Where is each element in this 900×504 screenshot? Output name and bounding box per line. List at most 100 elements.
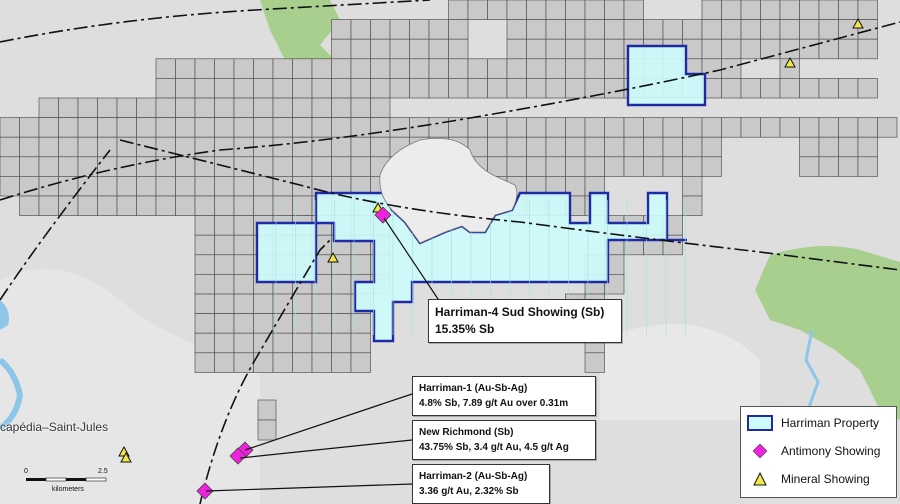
- claim-cell: [604, 156, 625, 177]
- claim-cell: [565, 0, 586, 20]
- claim-cell: [818, 136, 839, 158]
- claim-cell: [818, 19, 839, 40]
- claim-cell: [682, 117, 703, 138]
- claim-cell: [272, 78, 293, 99]
- claim-cell: [350, 156, 371, 177]
- claim-cell: [526, 78, 547, 99]
- claim-cell: [565, 136, 586, 158]
- claim-cell: [604, 78, 625, 99]
- claim-cell: [233, 97, 254, 118]
- claim-cell: [194, 313, 215, 334]
- callout-detail: 4.8% Sb, 7.89 g/t Au over 0.31m: [419, 398, 569, 409]
- claim-cell: [409, 78, 430, 99]
- callout-harriman-1: Harriman-1 (Au-Sb-Ag) 4.8% Sb, 7.89 g/t …: [412, 376, 596, 416]
- claim-cell: [292, 332, 313, 354]
- claim-cell: [623, 0, 644, 20]
- claim-cell: [740, 0, 761, 20]
- claim-cell: [779, 78, 800, 99]
- claim-cell: [389, 58, 410, 79]
- claim-cell: [194, 332, 215, 354]
- claim-cell: [116, 176, 137, 197]
- claim-cell: [584, 156, 605, 177]
- claim-cell: [506, 38, 527, 60]
- claim-cell: [214, 136, 235, 158]
- claim-cell: [272, 136, 293, 158]
- claim-cell: [838, 0, 859, 20]
- diamond-icon: [747, 443, 773, 459]
- claim-cell: [155, 117, 176, 138]
- claim-cell: [292, 136, 313, 158]
- claim-cell: [760, 117, 781, 138]
- claim-cell: [233, 254, 254, 275]
- claim-cell: [818, 0, 839, 20]
- claim-cell: [194, 195, 215, 216]
- claim-cell: [155, 97, 176, 118]
- claim-cell: [38, 195, 59, 216]
- claim-cell: [257, 419, 277, 441]
- claim-cell: [662, 19, 683, 40]
- claim-cell: [233, 293, 254, 314]
- claim-cell: [760, 78, 781, 99]
- claim-cell: [370, 19, 391, 40]
- claim-cell: [350, 97, 371, 118]
- claim-cell: [838, 136, 859, 158]
- legend-label: Antimony Showing: [781, 444, 881, 458]
- claim-cell: [584, 38, 605, 60]
- claim-cell: [311, 58, 332, 79]
- claim-cell: [565, 78, 586, 99]
- claim-cell: [175, 156, 196, 177]
- claim-cell: [77, 195, 98, 216]
- claim-cell: [0, 156, 20, 177]
- claim-cell: [565, 117, 586, 138]
- claim-cell: [701, 117, 722, 138]
- claim-cell: [818, 78, 839, 99]
- claim-cell: [350, 352, 371, 373]
- claim-cell: [526, 0, 547, 20]
- claim-cell: [448, 58, 469, 79]
- claim-cell: [214, 176, 235, 197]
- claim-cell: [448, 19, 469, 40]
- claim-cell: [58, 176, 79, 197]
- claim-cell: [136, 117, 157, 138]
- claim-cell: [526, 19, 547, 40]
- claim-cell: [233, 58, 254, 79]
- claim-cell: [214, 352, 235, 373]
- claim-cell: [77, 97, 98, 118]
- claim-cell: [467, 0, 488, 20]
- claim-cell: [214, 293, 235, 314]
- claim-cell: [857, 136, 878, 158]
- claim-cell: [214, 254, 235, 275]
- claim-cell: [233, 78, 254, 99]
- claim-cell: [643, 136, 664, 158]
- claim-cell: [506, 78, 527, 99]
- claim-cell: [97, 176, 118, 197]
- scale-mid: 2.5: [98, 468, 108, 475]
- claim-cell: [19, 136, 40, 158]
- claim-cell: [77, 176, 98, 197]
- claim-cell: [194, 254, 215, 275]
- claim-cell: [526, 136, 547, 158]
- claim-cell: [857, 117, 878, 138]
- claim-cell: [233, 176, 254, 197]
- claim-cell: [272, 156, 293, 177]
- claim-cell: [233, 195, 254, 216]
- claim-cell: [292, 78, 313, 99]
- claim-cell: [292, 117, 313, 138]
- claim-cell: [233, 332, 254, 354]
- claim-cell: [370, 97, 391, 118]
- claim-cell: [175, 78, 196, 99]
- claim-cell: [253, 352, 274, 373]
- claim-cell: [272, 332, 293, 354]
- claim-cell: [721, 38, 742, 60]
- claim-cell: [662, 136, 683, 158]
- claim-cell: [155, 156, 176, 177]
- claim-cell: [311, 332, 332, 354]
- claim-cell: [370, 117, 391, 138]
- claim-cell: [77, 156, 98, 177]
- claim-cell: [779, 117, 800, 138]
- claim-cell: [272, 97, 293, 118]
- claim-cell: [682, 136, 703, 158]
- claim-cell: [565, 38, 586, 60]
- claim-cell: [214, 234, 235, 256]
- callout-title: Harriman-2 (Au-Sb-Ag): [419, 471, 528, 482]
